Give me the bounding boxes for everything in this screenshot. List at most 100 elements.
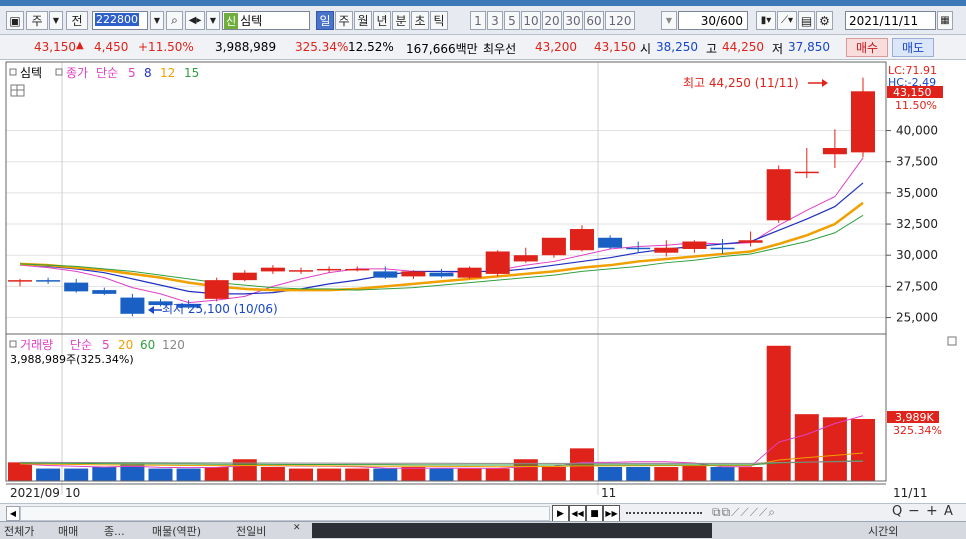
legend-stock-name[interactable]: 심텍 xyxy=(20,66,42,80)
drawing-tools-icon[interactable]: ⧉⧉⟋⟋⟋⟋⌕ xyxy=(712,505,776,520)
code-dropdown-icon[interactable]: ▼ xyxy=(150,11,164,30)
chart-type-select[interactable]: 주 xyxy=(26,11,48,30)
interval-20[interactable]: 20 xyxy=(542,11,562,30)
volume-bar xyxy=(345,468,370,481)
candle-body xyxy=(120,297,145,314)
period-tab-month[interactable]: 월 xyxy=(354,11,372,30)
legend-ma12[interactable]: 12 xyxy=(160,66,175,80)
chart-type-label: 주 xyxy=(31,14,43,28)
scroll-left-icon[interactable]: ◀ xyxy=(6,506,20,521)
x-tick-label: 2021/09 xyxy=(10,486,60,500)
trend-tool-icon[interactable]: ⟋▾ xyxy=(777,11,797,30)
price-tick-label: 37,500 xyxy=(896,155,938,169)
interval-dropdown-icon[interactable]: ▼ xyxy=(661,11,677,30)
text-tool-icon[interactable]: A xyxy=(944,504,953,519)
gear-icon[interactable]: ⚙ xyxy=(816,11,833,30)
close-icon[interactable]: ✕ xyxy=(293,523,301,538)
legend-vol-ma20[interactable]: 20 xyxy=(118,338,133,352)
tab-all[interactable]: 전체가 xyxy=(4,523,34,538)
period-tab-week[interactable]: 주 xyxy=(335,11,353,30)
legend-square-icon[interactable] xyxy=(9,340,17,348)
forward-icon[interactable]: ▶▶ xyxy=(603,505,620,522)
legend-ma8[interactable]: 8 xyxy=(144,66,152,80)
open-label: 시 xyxy=(640,42,652,56)
volume-bar xyxy=(766,345,791,481)
interval-3[interactable]: 3 xyxy=(487,11,503,30)
candle-body xyxy=(682,241,707,249)
price-tick-label: 40,000 xyxy=(896,124,938,138)
legend-vol-ma-label[interactable]: 단순 xyxy=(70,338,92,352)
interval-5[interactable]: 5 xyxy=(504,11,520,30)
volume-bar xyxy=(598,467,623,481)
save-icon[interactable]: ▤ xyxy=(798,11,815,30)
market-label: 전 xyxy=(71,14,83,28)
legend-vol-ma60[interactable]: 60 xyxy=(140,338,155,352)
legend-vol-ma120[interactable]: 120 xyxy=(162,338,185,352)
legend-square-icon[interactable] xyxy=(55,68,63,76)
plus-icon[interactable]: + xyxy=(926,503,938,519)
candle-count-field[interactable]: 30/600 xyxy=(678,11,748,30)
volume-ratio: 325.34% xyxy=(295,40,349,54)
candle-body xyxy=(36,280,61,282)
interval-1[interactable]: 1 xyxy=(470,11,486,30)
interval-20-label: 20 xyxy=(544,13,560,28)
x-tick-label: 10 xyxy=(65,486,80,500)
x-tick-label: 11/11 xyxy=(893,486,928,500)
tab-stock[interactable]: 종... xyxy=(104,523,125,538)
search-icon[interactable]: ⌕ xyxy=(166,11,183,30)
chevron-down-icon[interactable]: ▼ xyxy=(49,11,63,30)
interval-60[interactable]: 60 xyxy=(584,11,604,30)
sell-button[interactable]: 매도 xyxy=(892,38,934,57)
calendar-icon[interactable]: ▦ xyxy=(937,11,953,30)
tab-after-hours[interactable]: 시간외 xyxy=(868,523,898,538)
volume-bar xyxy=(541,467,566,481)
candle-body xyxy=(232,272,257,281)
navigation-bar: ◀ ▶ ◀◀ ■ ▶▶ ⧉⧉⟋⟋⟋⟋⌕ Q − + A xyxy=(0,503,966,522)
period-tab-second[interactable]: 초 xyxy=(411,11,429,30)
legend-ma5[interactable]: 5 xyxy=(128,66,136,80)
interval-10[interactable]: 10 xyxy=(521,11,541,30)
minus-icon[interactable]: − xyxy=(908,503,920,519)
best-ask-label: 최우선 xyxy=(483,42,517,56)
sell-button-label: 매도 xyxy=(901,41,925,55)
period-tab-tick[interactable]: 틱 xyxy=(430,11,448,30)
legend-square-icon[interactable] xyxy=(9,68,17,76)
layout-icon[interactable]: ▣ xyxy=(6,11,24,30)
horizontal-scrollbar[interactable] xyxy=(20,506,550,521)
stop-icon[interactable]: ■ xyxy=(586,505,603,522)
legend-ma-label[interactable]: 단순 xyxy=(96,66,118,80)
period-tab-day[interactable]: 일 xyxy=(316,11,334,30)
candle-body xyxy=(373,271,398,278)
date-input[interactable]: 2021/11/11 xyxy=(845,11,936,30)
legend-vol-ma5[interactable]: 5 xyxy=(102,338,110,352)
period-tab-minute[interactable]: 분 xyxy=(392,11,410,30)
volume: 3,988,989 xyxy=(215,40,277,54)
buy-button[interactable]: 매수 xyxy=(846,38,888,57)
period-second-label: 초 xyxy=(414,14,426,28)
sound-dropdown-icon[interactable]: ▼ xyxy=(206,11,220,30)
play-icon[interactable]: ▶ xyxy=(552,505,569,522)
tab-trade[interactable]: 매매 xyxy=(58,523,78,538)
interval-30[interactable]: 30 xyxy=(563,11,583,30)
zoom-out-icon[interactable]: Q xyxy=(892,504,902,519)
stock-chart[interactable]: 25,000 27,500 30,000 32,500 35,000 37,500 40,0… xyxy=(0,60,966,503)
tab-volume-profile[interactable]: 매물(역판) xyxy=(152,523,201,538)
volume-bar xyxy=(682,465,707,481)
high-price: 44,250 xyxy=(722,40,764,54)
pane-toggle-icon[interactable] xyxy=(947,336,957,346)
candle-style-icon[interactable]: ▮▾ xyxy=(756,11,776,30)
speaker-icon[interactable]: ◀▸ xyxy=(185,11,205,30)
speed-slider[interactable] xyxy=(626,512,702,514)
period-minute-label: 분 xyxy=(395,14,407,28)
legend-close-label[interactable]: 종가 xyxy=(66,66,88,80)
interval-120[interactable]: 120 xyxy=(605,11,635,30)
rewind-icon[interactable]: ◀◀ xyxy=(569,505,586,522)
legend-volume-label[interactable]: 거래량 xyxy=(20,338,53,352)
period-tab-year[interactable]: 년 xyxy=(373,11,391,30)
tab-prev-day[interactable]: 전일비 xyxy=(236,523,266,538)
candle-body xyxy=(289,270,313,272)
stock-name-field[interactable]: 신 심텍 xyxy=(222,11,310,30)
stock-code-input[interactable]: 222800 xyxy=(92,11,148,30)
legend-ma15[interactable]: 15 xyxy=(184,66,199,80)
market-select[interactable]: 전 xyxy=(66,11,88,30)
